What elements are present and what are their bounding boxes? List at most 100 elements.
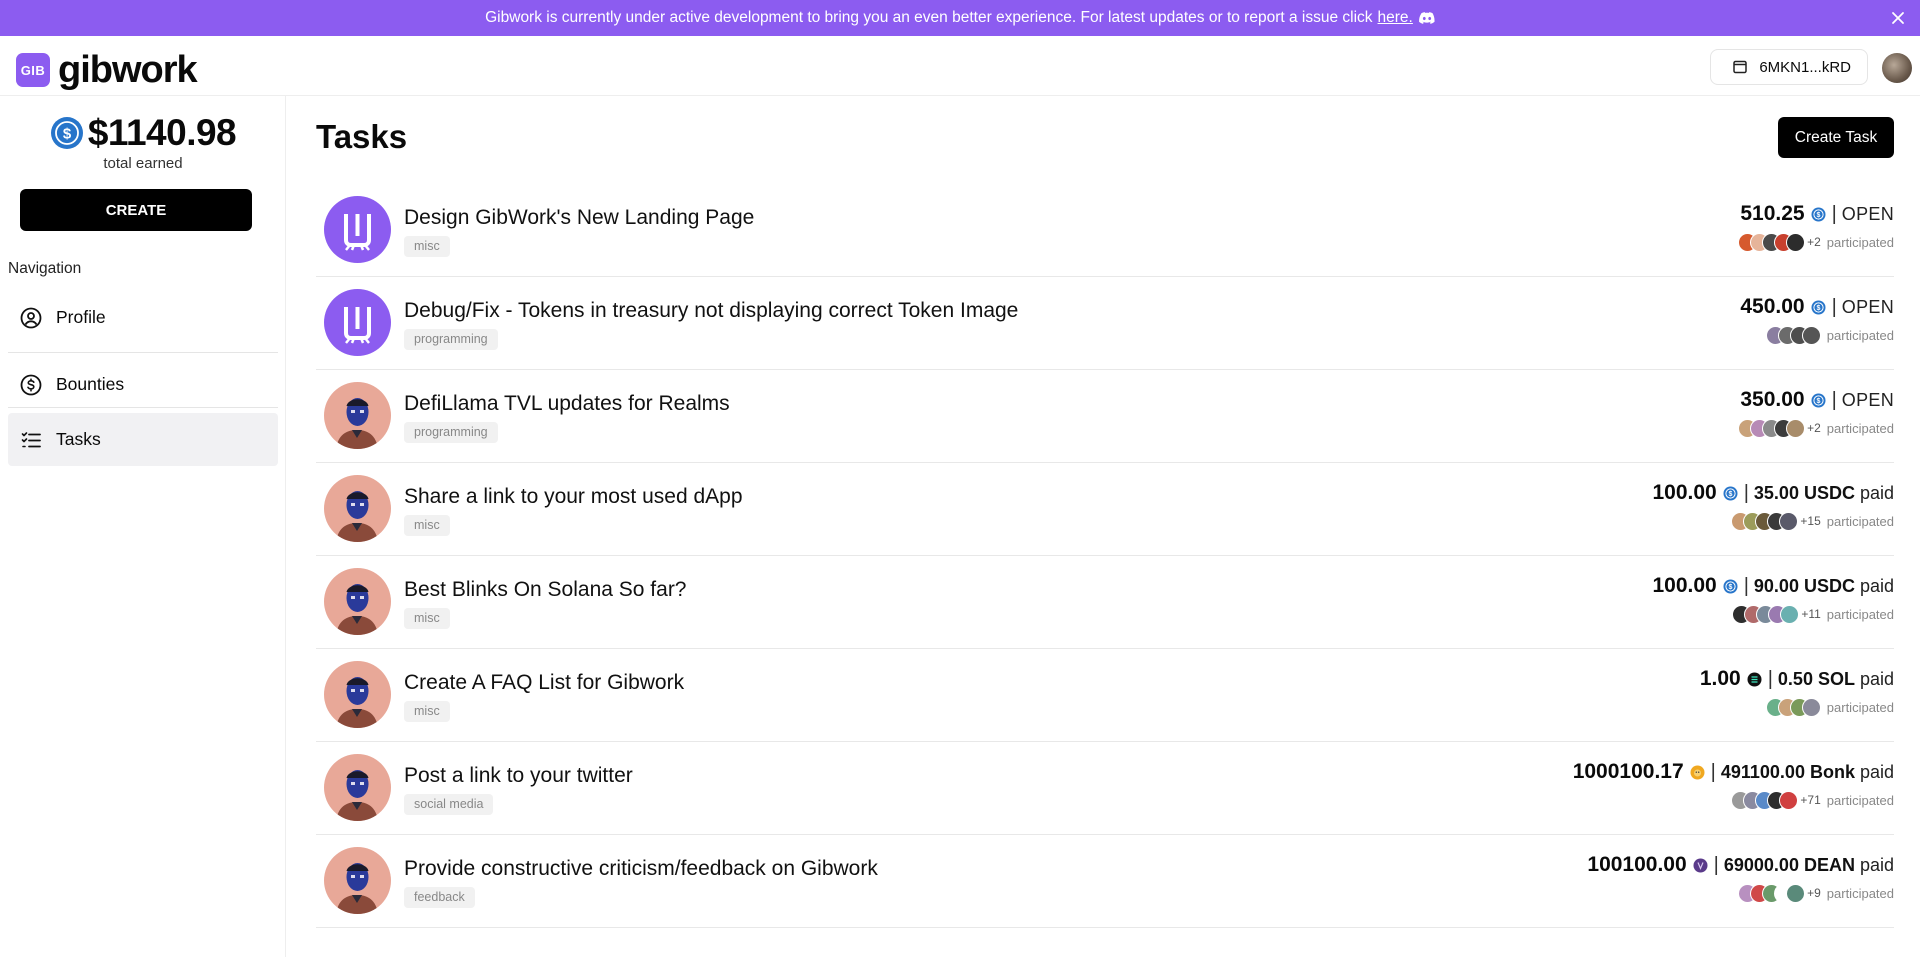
task-tag: programming — [404, 422, 498, 443]
task-tag: programming — [404, 329, 498, 350]
user-avatar[interactable] — [1882, 53, 1912, 83]
price-divider: | — [1743, 481, 1749, 504]
task-title[interactable]: Provide constructive criticism/feedback … — [404, 857, 878, 881]
task-title[interactable]: Design GibWork's New Landing Page — [404, 206, 754, 230]
banner-link[interactable]: here. — [1378, 9, 1413, 27]
sidebar-item-tasks[interactable]: Tasks — [8, 413, 278, 466]
task-tag: misc — [404, 701, 450, 722]
sidebar-item-label: Bounties — [56, 374, 125, 394]
usdc-icon: $ — [1805, 393, 1830, 408]
participants: participated — [1700, 697, 1894, 717]
total-earned-label: total earned — [103, 155, 183, 172]
sidebar: $ $1140.98 total earned CREATE Navigatio… — [0, 96, 286, 957]
price-divider: | — [1831, 202, 1837, 225]
paid-amount: 491100.00 Bonk — [1720, 761, 1855, 782]
usdc-icon: $ — [1717, 579, 1742, 594]
svg-text:$: $ — [1728, 491, 1732, 498]
task-title[interactable]: DefiLlama TVL updates for Realms — [404, 392, 730, 416]
task-row[interactable]: Create A FAQ List for Gibwork misc 1.00 | 0.… — [316, 649, 1894, 742]
participant-avatar — [1780, 604, 1800, 624]
task-row[interactable]: Design GibWork's New Landing Page misc 510… — [316, 184, 1894, 277]
task-tag: misc — [404, 608, 450, 629]
wallet-address: 6MKN1...kRD — [1759, 58, 1851, 76]
task-creator-avatar — [324, 475, 391, 542]
price-divider: | — [1710, 760, 1716, 783]
discord-icon[interactable] — [1418, 12, 1435, 24]
svg-text:$: $ — [1816, 305, 1820, 312]
task-row[interactable]: Debug/Fix - Tokens in treasury not displ… — [316, 277, 1894, 370]
task-creator-avatar — [324, 568, 391, 635]
dollar-circle-icon — [20, 374, 42, 395]
paid-label: paid — [1859, 482, 1894, 503]
participated-label: participated — [1826, 606, 1894, 622]
status-badge: OPEN — [1841, 389, 1894, 410]
paid-label: paid — [1859, 668, 1894, 689]
create-button[interactable]: CREATE — [20, 189, 252, 231]
task-creator-avatar — [324, 196, 391, 263]
svg-text:$: $ — [63, 126, 72, 143]
task-row[interactable]: Provide constructive criticism/feedback … — [316, 835, 1894, 928]
task-reward: 510.25 $ | OPEN +2 participated — [1738, 202, 1894, 252]
task-amount: 100.00 — [1652, 481, 1717, 504]
participants: +9 participated — [1587, 883, 1894, 903]
gibwork-logo[interactable]: GIB gibwork — [16, 51, 198, 89]
participants: +2 participated — [1738, 232, 1894, 252]
task-title[interactable]: Post a link to your twitter — [404, 764, 633, 788]
participated-label: participated — [1826, 513, 1894, 529]
participants: +71 participated — [1573, 790, 1894, 810]
task-reward: 1000100.17 | 491100.00 Bonk paid +71 particip… — [1573, 760, 1894, 810]
paid-amount: 0.50 SOL — [1777, 668, 1855, 689]
create-task-button[interactable]: Create Task — [1778, 117, 1894, 158]
participants: +2 participated — [1738, 418, 1894, 438]
announcement-banner: Gibwork is currently under active develo… — [0, 0, 1920, 36]
price-divider: | — [1743, 574, 1749, 597]
banner-text: Gibwork is currently under active develo… — [485, 9, 1373, 26]
more-participants: +15 — [1800, 514, 1821, 528]
task-reward: 350.00 $ | OPEN +2 participated — [1738, 388, 1894, 438]
task-amount: 1000100.17 — [1572, 760, 1684, 783]
total-earned-amount: $1140.98 — [87, 112, 237, 153]
close-icon[interactable] — [1888, 8, 1908, 28]
sidebar-item-bounties[interactable]: Bounties — [8, 358, 278, 411]
page-title: Tasks — [316, 118, 408, 155]
task-amount: 1.00 — [1699, 667, 1741, 690]
price-divider: | — [1713, 853, 1719, 876]
task-row[interactable]: Best Blinks On Solana So far? misc 100.00 $… — [316, 556, 1894, 649]
wallet-icon — [1733, 60, 1748, 74]
task-amount: 450.00 — [1740, 295, 1805, 318]
svg-text:$: $ — [1816, 398, 1820, 405]
nav-divider — [8, 407, 278, 408]
task-row[interactable]: Share a link to your most used dApp misc 1… — [316, 463, 1894, 556]
task-creator-avatar — [324, 754, 391, 821]
usdc-icon: $ — [1805, 207, 1830, 222]
wallet-button[interactable]: 6MKN1...kRD — [1710, 49, 1868, 85]
status-badge: OPEN — [1841, 203, 1894, 224]
nav-divider — [8, 352, 278, 353]
svg-text:$: $ — [1816, 212, 1820, 219]
task-title[interactable]: Share a link to your most used dApp — [404, 485, 743, 509]
participants: +15 participated — [1652, 511, 1894, 531]
sol-icon — [1741, 672, 1766, 687]
task-creator-avatar — [324, 661, 391, 728]
participant-avatar — [1801, 697, 1821, 717]
task-tag: misc — [404, 515, 450, 536]
usdc-icon: $ — [50, 117, 83, 149]
participated-label: participated — [1826, 327, 1894, 343]
sidebar-item-label: Tasks — [56, 429, 101, 449]
task-reward: 1.00 | 0.50 SOL paid participated — [1700, 667, 1894, 717]
task-reward: 450.00 $ | OPEN participated — [1740, 295, 1894, 345]
task-title[interactable]: Debug/Fix - Tokens in treasury not displ… — [404, 299, 1018, 323]
svg-text:$: $ — [1728, 584, 1732, 591]
task-tag: social media — [404, 794, 494, 815]
task-row[interactable]: DefiLlama TVL updates for Realms programm… — [316, 370, 1894, 463]
task-row[interactable]: Post a link to your twitter social media 1… — [316, 742, 1894, 835]
sidebar-item-profile[interactable]: Profile — [8, 291, 278, 344]
bonk-icon — [1684, 765, 1709, 780]
sidebar-item-label: Profile — [56, 307, 106, 327]
top-header: GIB gibwork 6MKN1...kRD — [0, 36, 1920, 96]
task-title[interactable]: Best Blinks On Solana So far? — [404, 578, 687, 602]
task-reward: 100.00 $ | 35.00 USDC paid +15 participated — [1652, 481, 1894, 531]
task-tag: misc — [404, 236, 450, 257]
task-title[interactable]: Create A FAQ List for Gibwork — [404, 671, 684, 695]
task-reward: 100100.00 | 69000.00 DEAN paid +9 participate… — [1587, 853, 1894, 903]
